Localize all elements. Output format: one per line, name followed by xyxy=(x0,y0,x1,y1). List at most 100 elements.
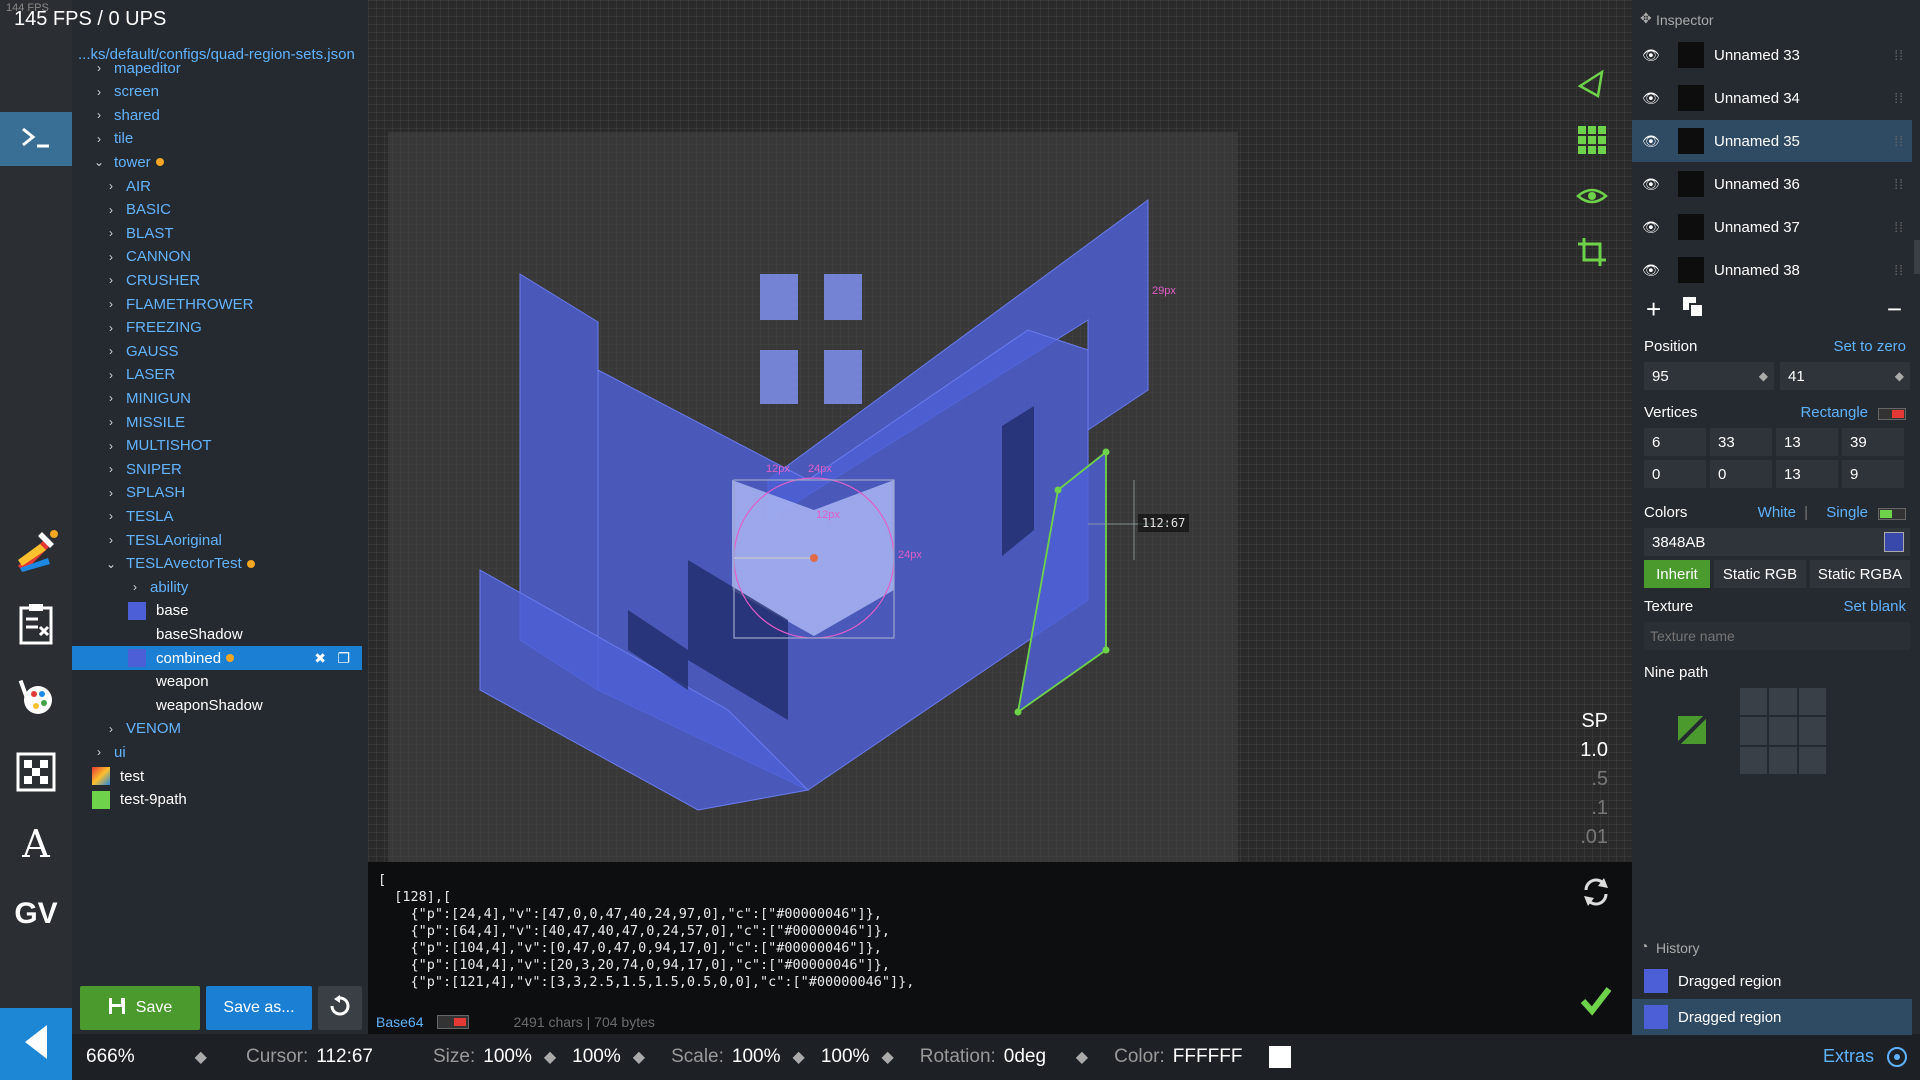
vertex-field[interactable]: 33 xyxy=(1710,428,1772,456)
tree-folder-item[interactable]: › MULTISHOT xyxy=(72,434,362,458)
drag-handle-icon[interactable]: ⁞⁞ xyxy=(1894,47,1904,63)
chevron-right-icon[interactable]: › xyxy=(104,368,118,382)
apply-button[interactable] xyxy=(1580,986,1612,1021)
eye-icon[interactable]: 👁 xyxy=(1642,133,1664,150)
speed-option[interactable]: .5 xyxy=(1580,768,1608,797)
chevron-right-icon[interactable]: › xyxy=(104,509,118,523)
size-x-value[interactable]: 100% xyxy=(483,1046,532,1068)
chevron-right-icon[interactable]: › xyxy=(92,108,106,122)
static-rgb-mode-button[interactable]: Static RGB xyxy=(1714,560,1806,588)
layer-row[interactable]: 👁 Unnamed 37 ⁞⁞ xyxy=(1632,206,1912,248)
code-output-panel[interactable]: [ [128],[ {"p":[24,4],"v":[47,0,0,47,40,… xyxy=(368,862,1632,1034)
chevron-right-icon[interactable]: › xyxy=(92,745,106,759)
history-item[interactable]: Dragged region xyxy=(1632,963,1912,999)
tree-folder-item[interactable]: › BLAST xyxy=(72,221,362,245)
nine-path-cell[interactable] xyxy=(1798,717,1826,745)
tree-folder-item[interactable]: › GAUSS xyxy=(72,339,362,363)
eye-icon[interactable]: 👁 xyxy=(1642,90,1664,107)
scale-y-value[interactable]: 100% xyxy=(821,1046,870,1068)
drag-handle-icon[interactable]: ⁞⁞ xyxy=(1894,219,1904,235)
nine-path-cell[interactable] xyxy=(1769,688,1797,716)
vertex-field[interactable]: 13 xyxy=(1776,460,1838,488)
static-rgba-mode-button[interactable]: Static RGBA xyxy=(1810,560,1910,588)
chevron-right-icon[interactable]: › xyxy=(104,226,118,240)
grid-toggle-button[interactable] xyxy=(1574,124,1610,160)
vertex-field[interactable]: 0 xyxy=(1644,460,1706,488)
chevron-right-icon[interactable]: › xyxy=(104,273,118,287)
tree-file-item[interactable]: base xyxy=(72,599,362,623)
eye-icon[interactable]: 👁 xyxy=(1642,262,1664,279)
chevron-right-icon[interactable]: › xyxy=(104,415,118,429)
white-link[interactable]: White xyxy=(1758,504,1796,521)
visibility-toggle-button[interactable] xyxy=(1574,180,1610,216)
tree-folder-item[interactable]: › screen xyxy=(72,80,362,104)
tree-file-item[interactable]: baseShadow xyxy=(72,622,362,646)
chevron-right-icon[interactable]: › xyxy=(104,722,118,736)
set-blank-link[interactable]: Set blank xyxy=(1843,598,1906,615)
tree-folder-item[interactable]: › MISSILE xyxy=(72,410,362,434)
inherit-mode-button[interactable]: Inherit xyxy=(1644,560,1710,588)
tree-folder-item[interactable]: › SNIPER xyxy=(72,457,362,481)
gv-button[interactable]: GV xyxy=(0,884,72,944)
chevron-right-icon[interactable]: › xyxy=(92,85,106,99)
eye-icon[interactable]: 👁 xyxy=(1642,176,1664,193)
color-value[interactable]: FFFFFF xyxy=(1173,1046,1269,1068)
layer-row[interactable]: 👁 Unnamed 34 ⁞⁞ xyxy=(1632,77,1912,119)
tree-folder-item[interactable]: ⌄ tower xyxy=(72,150,362,174)
refresh-button[interactable] xyxy=(1580,876,1612,913)
layer-row[interactable]: 👁 Unnamed 33 ⁞⁞ xyxy=(1632,34,1912,76)
drag-handle-icon[interactable]: ⁞⁞ xyxy=(1894,133,1904,149)
color-hex-field[interactable]: 3848AB xyxy=(1644,528,1910,556)
tree-folder-item[interactable]: › CRUSHER xyxy=(72,268,362,292)
save-button[interactable]: Save xyxy=(80,986,200,1030)
vertex-tool-button[interactable] xyxy=(1574,68,1610,104)
palette-button[interactable] xyxy=(0,670,72,730)
tree-folder-item[interactable]: › CANNON xyxy=(72,245,362,269)
tree-file-item[interactable]: weapon xyxy=(72,670,362,694)
single-toggle[interactable] xyxy=(1878,508,1906,520)
vertex-field[interactable]: 13 xyxy=(1776,428,1838,456)
tree-folder-item[interactable]: › SPLASH xyxy=(72,481,362,505)
chevron-right-icon[interactable]: › xyxy=(92,61,106,75)
color-swatch[interactable] xyxy=(1268,1046,1291,1068)
layer-row[interactable]: 👁 Unnamed 36 ⁞⁞ xyxy=(1632,163,1912,205)
drag-arrows-icon[interactable]: ◆ xyxy=(1076,1047,1088,1067)
rectangle-link[interactable]: Rectangle xyxy=(1800,404,1868,421)
chevron-right-icon[interactable]: › xyxy=(104,533,118,547)
chevron-right-icon[interactable]: › xyxy=(92,132,106,146)
chevron-right-icon[interactable]: › xyxy=(104,203,118,217)
layer-row[interactable]: 👁 Unnamed 38 ⁞⁞ xyxy=(1632,249,1912,291)
editor-canvas[interactable]: 29px 12px 24px 12px 24px 112:67 SP 1.0 .… xyxy=(368,0,1632,862)
zoom-value[interactable]: 666% xyxy=(86,1046,135,1068)
nine-path-cell[interactable] xyxy=(1740,746,1768,774)
nine-path-cell[interactable] xyxy=(1769,746,1797,774)
vertex-field[interactable]: 39 xyxy=(1842,428,1904,456)
vertex-field[interactable]: 6 xyxy=(1644,428,1706,456)
nine-path-cell[interactable] xyxy=(1740,717,1768,745)
tree-folder-item[interactable]: › tile xyxy=(72,127,362,151)
drag-arrows-icon[interactable]: ◆ xyxy=(195,1047,207,1067)
drag-handle-icon[interactable]: ⁞⁞ xyxy=(1894,176,1904,192)
tree-file-item[interactable]: combined ✖ ❐ xyxy=(72,646,362,670)
size-y-value[interactable]: 100% xyxy=(572,1046,621,1068)
base64-toggle[interactable] xyxy=(437,1015,470,1029)
single-link[interactable]: Single xyxy=(1826,504,1868,521)
chevron-right-icon[interactable]: › xyxy=(104,391,118,405)
tree-folder-item[interactable]: › TESLAoriginal xyxy=(72,528,362,552)
region-editor-button[interactable] xyxy=(0,522,72,582)
layer-row[interactable]: 👁 Unnamed 35 ⁞⁞ xyxy=(1632,120,1912,162)
remove-layer-button[interactable]: − xyxy=(1887,294,1902,325)
chevron-right-icon[interactable]: › xyxy=(104,297,118,311)
save-as-button[interactable]: Save as... xyxy=(206,986,312,1030)
crop-tool-button[interactable] xyxy=(1574,236,1610,272)
chevron-right-icon[interactable]: › xyxy=(104,250,118,264)
console-button[interactable] xyxy=(0,112,72,166)
zoom-control[interactable]: 666% ◆ xyxy=(86,1046,216,1068)
tree-folder-item[interactable]: › LASER xyxy=(72,363,362,387)
chevron-down-icon[interactable]: ⌄ xyxy=(92,155,106,169)
nine-patch-button[interactable] xyxy=(0,744,72,804)
nine-path-cell[interactable] xyxy=(1769,717,1797,745)
eye-icon[interactable]: 👁 xyxy=(1642,47,1664,64)
texture-name-input[interactable] xyxy=(1644,622,1910,650)
duplicate-layer-button[interactable] xyxy=(1682,296,1704,322)
